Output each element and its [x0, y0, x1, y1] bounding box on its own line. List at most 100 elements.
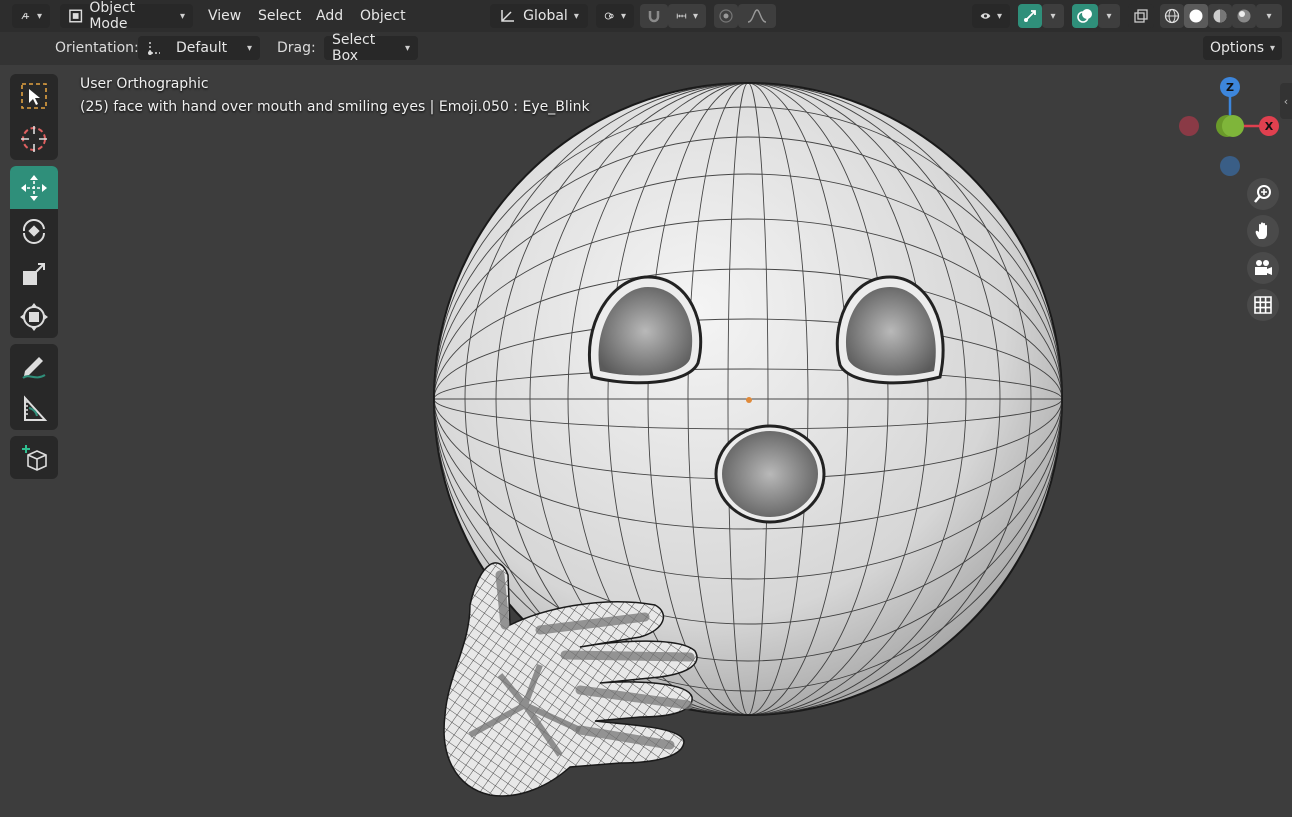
chevron-down-icon: ▾: [1050, 10, 1056, 22]
gizmo-axis-x[interactable]: X: [1259, 116, 1279, 136]
chevron-down-icon: ▾: [1106, 10, 1112, 22]
chevron-down-icon: ▾: [1270, 42, 1276, 54]
chevron-down-icon: ▾: [1266, 10, 1272, 22]
menu-add[interactable]: Add: [308, 4, 351, 28]
object-origin: [746, 397, 752, 403]
menu-view[interactable]: View: [200, 4, 249, 28]
visibility-icon: [980, 13, 991, 19]
tool-select-box[interactable]: [10, 74, 58, 117]
camera-icon: [1255, 260, 1272, 275]
chevron-down-icon: ▾: [692, 10, 698, 22]
add-cube-icon: [22, 444, 47, 471]
shading-material[interactable]: [1208, 4, 1232, 28]
cursor-icon: [21, 125, 47, 152]
rotate-icon: [22, 218, 45, 244]
shading-solid[interactable]: [1184, 4, 1208, 28]
overlay-icon: [1077, 9, 1092, 23]
chevron-down-icon: ▾: [246, 42, 252, 54]
chevron-down-icon: ▾: [620, 10, 626, 22]
mode-selector[interactable]: Object Mode ▾: [60, 0, 193, 32]
pan-button[interactable]: [1247, 215, 1279, 247]
pivot-point-selector[interactable]: ▾: [596, 4, 634, 28]
proportional-edit-toggle[interactable]: [714, 4, 738, 28]
gizmo-toggle[interactable]: [1018, 4, 1042, 28]
toolbar-group-transform: [10, 166, 58, 338]
gizmo-axis-neg-x[interactable]: [1179, 116, 1199, 136]
gizmo-icon: [1024, 10, 1036, 22]
visibility-selector[interactable]: ▾: [972, 4, 1010, 28]
snap-icon: [648, 11, 660, 23]
wireframe-shading-icon: [1164, 8, 1180, 24]
material-shading-icon: [1213, 9, 1227, 23]
gizmo-axis-y[interactable]: [1222, 115, 1244, 137]
falloff-icon: [747, 9, 767, 23]
xray-icon: [1134, 9, 1148, 23]
overlay-dropdown[interactable]: ▾: [1098, 4, 1120, 28]
scale-icon: [23, 262, 45, 285]
shading-wireframe[interactable]: [1160, 4, 1184, 28]
drag-value: Select Box: [332, 32, 376, 64]
rendered-shading-icon: [1237, 9, 1251, 23]
zoom-icon: [1254, 185, 1271, 203]
chevron-down-icon: ▾: [179, 10, 185, 22]
orientation-label: Global: [523, 8, 568, 24]
overlay-toggle[interactable]: [1072, 4, 1098, 28]
xray-toggle[interactable]: [1128, 4, 1154, 28]
shading-rendered[interactable]: [1232, 4, 1256, 28]
tool-settings-header: Orientation: Default ▾ Drag: Select Box …: [0, 32, 1292, 65]
orientation-field-label: Orientation:: [55, 40, 139, 56]
sidebar-toggle[interactable]: ‹: [1280, 83, 1292, 119]
object-mode-icon: [69, 9, 83, 23]
mode-label: Object Mode: [89, 0, 135, 32]
menu-select[interactable]: Select: [250, 4, 309, 28]
tool-move[interactable]: [10, 166, 58, 209]
hand-icon: [1255, 222, 1267, 239]
chevron-down-icon: ▾: [996, 10, 1002, 22]
select-box-icon: [21, 82, 47, 109]
ortho-toggle-button[interactable]: [1247, 289, 1279, 321]
emoji-mesh-model[interactable]: [0, 65, 1292, 817]
navigation-gizmo[interactable]: Z X: [1170, 75, 1280, 185]
tool-scale[interactable]: [10, 252, 58, 295]
tool-add-cube[interactable]: [10, 436, 58, 479]
camera-view-button[interactable]: [1247, 252, 1279, 284]
chevron-down-icon: ▾: [573, 10, 579, 22]
options-dropdown[interactable]: Options ▾: [1203, 36, 1282, 60]
mouth-socket: [714, 424, 826, 524]
shading-dropdown[interactable]: ▾: [1256, 4, 1282, 28]
transform-orientation-icon: [501, 10, 515, 22]
transform-icon: [20, 302, 48, 331]
pivot-icon: [604, 12, 614, 20]
gizmo-dropdown[interactable]: ▾: [1042, 4, 1064, 28]
falloff-selector[interactable]: [738, 4, 776, 28]
menu-object[interactable]: Object: [352, 4, 414, 28]
chevron-down-icon: ▾: [36, 10, 42, 22]
editor-type-icon: [21, 12, 30, 20]
orientation-dropdown[interactable]: Default ▾: [138, 36, 260, 60]
gizmo-axis-z[interactable]: Z: [1220, 77, 1240, 97]
3d-viewport[interactable]: User Orthographic (25) face with hand ov…: [0, 65, 1292, 817]
chevron-left-icon: ‹: [1283, 94, 1289, 108]
snap-toggle[interactable]: [640, 4, 668, 28]
orientation-icon: [148, 42, 160, 55]
transform-orientation-selector[interactable]: Global ▾: [490, 4, 588, 28]
drag-field-label: Drag:: [277, 40, 316, 56]
tool-measure[interactable]: [10, 387, 58, 430]
proportional-edit-icon: [719, 9, 733, 23]
drag-dropdown[interactable]: Select Box ▾: [324, 32, 418, 64]
measure-icon: [24, 394, 48, 421]
tool-transform[interactable]: [10, 295, 58, 338]
tool-rotate[interactable]: [10, 209, 58, 252]
solid-shading-icon: [1189, 9, 1203, 23]
snap-increment-icon: [676, 13, 687, 19]
options-label: Options: [1209, 40, 1264, 56]
zoom-button[interactable]: [1247, 178, 1279, 210]
annotate-icon: [22, 356, 46, 379]
gizmo-axis-neg-z[interactable]: [1220, 156, 1240, 176]
tool-cursor[interactable]: [10, 117, 58, 160]
orientation-value: Default: [176, 40, 228, 56]
tool-annotate[interactable]: [10, 344, 58, 387]
snap-target-selector[interactable]: ▾: [668, 4, 706, 28]
editor-type-selector[interactable]: ▾: [12, 4, 50, 28]
grid-icon: [1254, 296, 1272, 314]
